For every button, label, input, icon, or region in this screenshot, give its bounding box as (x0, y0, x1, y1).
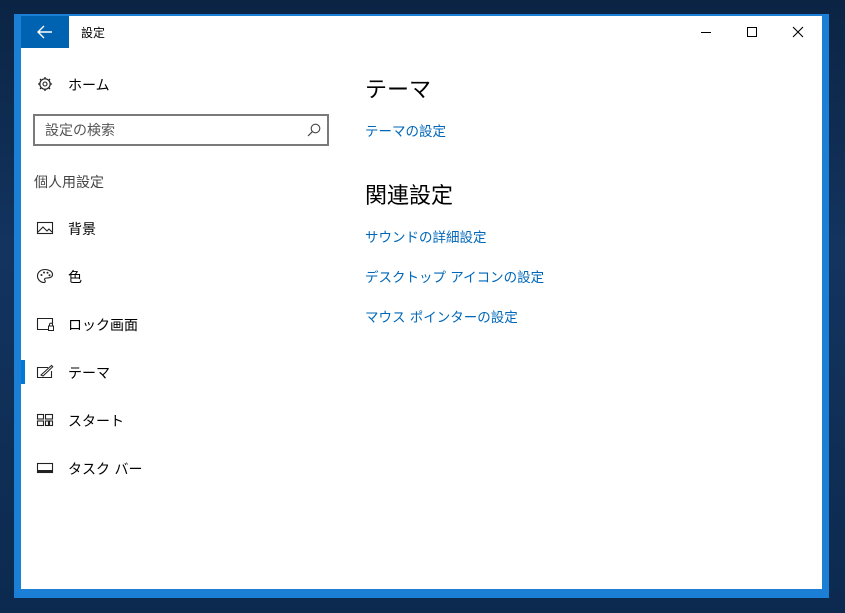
sidebar-item-label: タスク バー (68, 462, 143, 478)
sidebar-item-label: 背景 (68, 222, 96, 238)
search-icon[interactable] (307, 123, 321, 137)
search-input[interactable] (43, 120, 297, 142)
close-button[interactable] (775, 16, 821, 48)
mouse-pointer-settings-link[interactable]: マウス ポインターの設定 (365, 306, 518, 326)
sound-settings-link[interactable]: サウンドの詳細設定 (365, 226, 487, 246)
lock-screen-icon (36, 317, 54, 331)
settings-search-box[interactable] (33, 114, 329, 146)
close-icon (792, 26, 804, 38)
sidebar-item-home[interactable]: ホーム (21, 62, 341, 106)
theme-brush-icon (36, 364, 54, 379)
back-button[interactable] (21, 16, 69, 48)
sidebar-item-label: テーマ (68, 366, 110, 382)
sidebar-item-label: ロック画面 (68, 318, 138, 334)
settings-window: 設定 ホーム 個 (14, 14, 829, 598)
picture-icon (36, 221, 54, 235)
palette-icon (36, 268, 54, 284)
theme-settings-link[interactable]: テーマの設定 (365, 120, 446, 140)
sidebar-item-start[interactable]: スタート (21, 398, 341, 442)
sidebar-item-label: 色 (68, 270, 82, 286)
desktop-icon-settings-link[interactable]: デスクトップ アイコンの設定 (365, 266, 544, 286)
minimize-button[interactable] (683, 16, 729, 48)
page-title: テーマ (365, 78, 432, 103)
sidebar-item-label: スタート (68, 414, 124, 430)
sidebar-item-color[interactable]: 色 (21, 254, 341, 298)
back-arrow-icon (37, 25, 52, 39)
gear-icon (38, 77, 52, 91)
related-settings-heading: 関連設定 (365, 184, 454, 209)
active-indicator (21, 360, 25, 384)
sidebar-item-themes[interactable]: テーマ (21, 350, 341, 394)
window-client: 設定 ホーム 個 (21, 16, 822, 589)
sidebar-item-taskbar[interactable]: タスク バー (21, 446, 341, 490)
maximize-icon (747, 27, 757, 37)
minimize-icon (701, 32, 711, 33)
maximize-button[interactable] (729, 16, 775, 48)
sidebar-item-background[interactable]: 背景 (21, 206, 341, 250)
taskbar-icon (36, 462, 54, 474)
window-title: 設定 (81, 26, 106, 40)
sidebar-home-label: ホーム (68, 78, 110, 94)
title-bar: 設定 (21, 16, 822, 48)
sidebar-item-lock-screen[interactable]: ロック画面 (21, 302, 341, 346)
start-tiles-icon (36, 413, 54, 427)
section-label-personalization: 個人用設定 (34, 175, 104, 191)
